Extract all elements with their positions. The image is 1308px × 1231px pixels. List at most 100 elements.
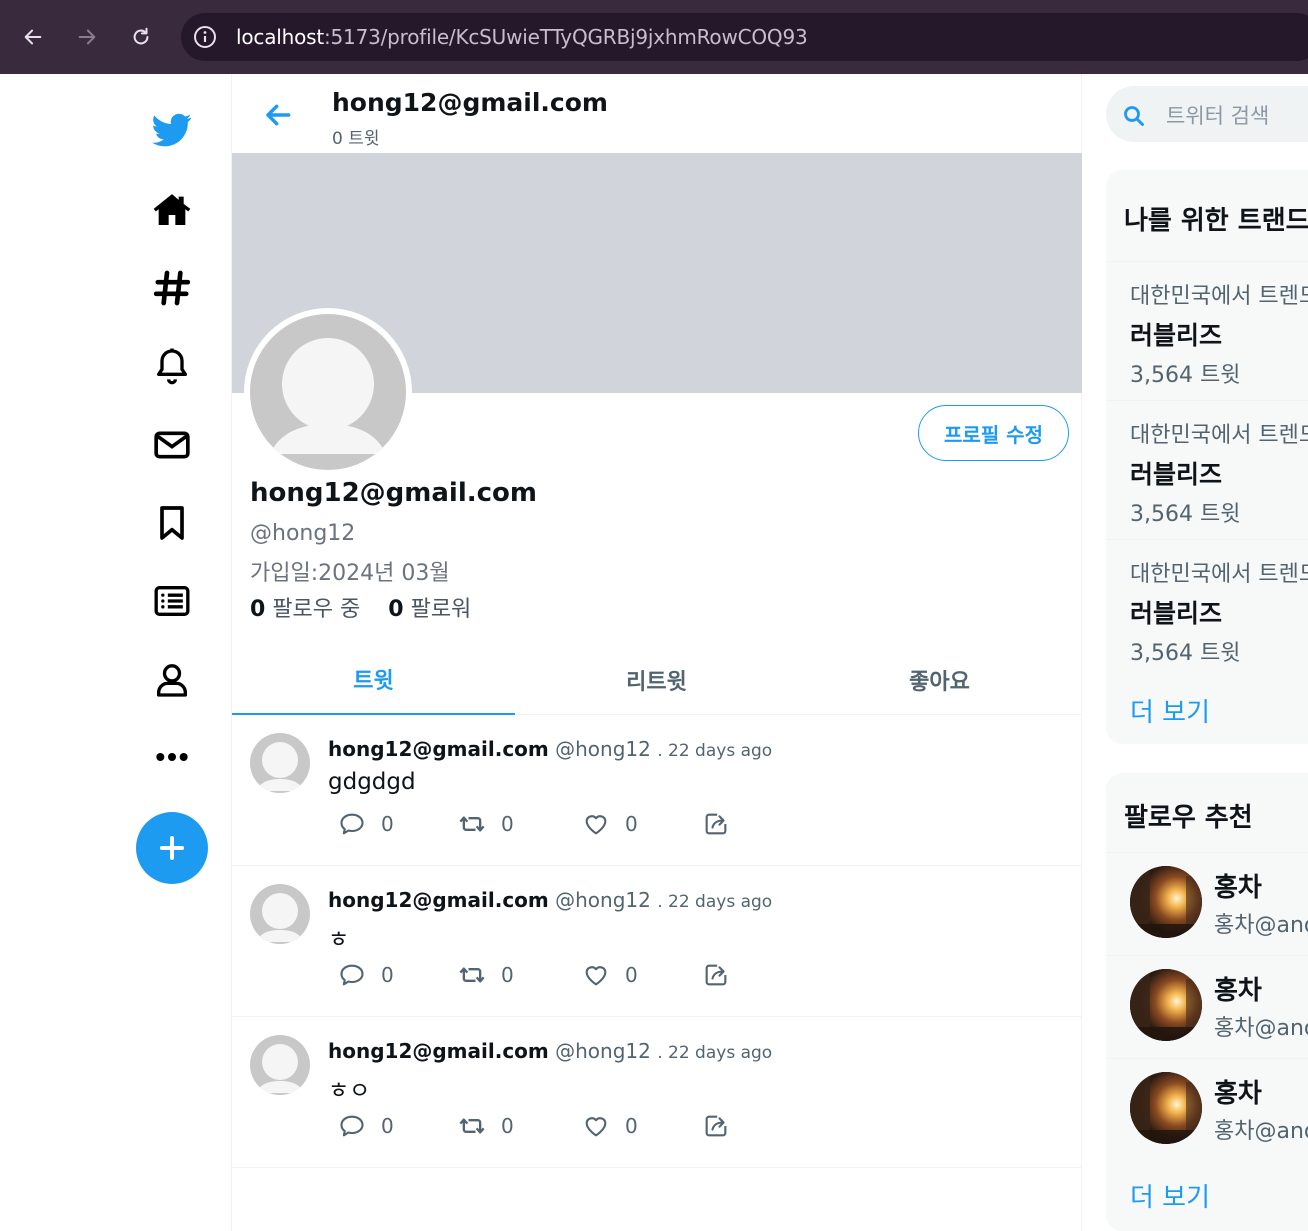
share-button[interactable]	[702, 807, 730, 841]
trend-item[interactable]: 대한민국에서 트렌드 중러블리즈 3,564 트윗	[1106, 261, 1308, 400]
like-button[interactable]: 0	[582, 1109, 638, 1143]
tweet-author-handle: @hong12	[555, 888, 651, 912]
suggestion-avatar[interactable]	[1130, 866, 1202, 938]
default-avatar-icon	[256, 1044, 304, 1093]
more-icon[interactable]	[148, 733, 196, 781]
retweet-button[interactable]: 0	[458, 958, 514, 992]
profile-joined-date: 가입일:2024년 03월	[250, 561, 450, 586]
like-icon	[585, 815, 607, 835]
following-count[interactable]: 0	[250, 597, 265, 622]
bell-icon[interactable]	[148, 342, 196, 390]
like-icon	[585, 966, 607, 986]
tweet-author-name[interactable]: hong12@gmail.com	[328, 888, 549, 912]
like-button[interactable]: 0	[582, 807, 638, 841]
tab-retweets[interactable]: 리트윗	[515, 644, 798, 715]
retweet-icon	[459, 816, 485, 832]
tweet-avatar[interactable]	[250, 884, 310, 944]
retweet-button[interactable]: 0	[458, 1109, 514, 1143]
tweet-text: ㅎ	[328, 927, 350, 953]
compose-tweet-button[interactable]	[136, 812, 208, 884]
trends-more-link[interactable]: 더 보기	[1130, 692, 1210, 729]
trend-topic: 러블리즈	[1130, 321, 1223, 350]
user-icon[interactable]	[148, 656, 196, 704]
tweet-avatar[interactable]	[250, 1035, 310, 1095]
share-icon	[705, 1115, 727, 1137]
list-icon[interactable]	[148, 577, 196, 625]
follow-suggestion[interactable]: 홍차홍차@anonymous	[1106, 852, 1308, 955]
trend-context: 대한민국에서 트렌드 중	[1130, 423, 1308, 448]
trend-context: 대한민국에서 트렌드 중	[1130, 562, 1308, 587]
profile-header-bar: hong12@gmail.com 0 트윗	[232, 74, 1082, 153]
forward-nav-icon[interactable]	[72, 22, 102, 52]
tweet-item[interactable]: hong12@gmail.com @hong12 . 22 days ago ㅎ 0…	[232, 866, 1082, 1017]
tweet-header: hong12@gmail.com @hong12 . 22 days ago	[328, 888, 772, 912]
edit-profile-button[interactable]: 프로필 수정	[918, 405, 1069, 461]
user-photo-icon	[1130, 969, 1202, 1041]
profile-handle: @hong12	[250, 521, 356, 546]
tweet-avatar[interactable]	[250, 733, 310, 793]
twitter-logo-icon[interactable]	[148, 106, 196, 154]
trend-count: 3,564 트윗	[1130, 502, 1241, 527]
suggestion-name: 홍차	[1214, 873, 1262, 903]
trend-item[interactable]: 대한민국에서 트렌드 중러블리즈 3,564 트윗	[1106, 400, 1308, 539]
tab-likes[interactable]: 좋아요	[798, 644, 1081, 715]
retweet-count: 0	[501, 812, 514, 836]
trend-count: 3,564 트윗	[1130, 363, 1241, 388]
default-avatar-icon	[270, 338, 386, 454]
who-to-follow-title: 팔로우 추천	[1124, 803, 1253, 833]
follow-suggestion[interactable]: 홍차홍차@anonymous	[1106, 1058, 1308, 1161]
hashtag-icon[interactable]	[148, 264, 196, 312]
tweet-author-name[interactable]: hong12@gmail.com	[328, 1039, 549, 1063]
retweet-count: 0	[501, 1114, 514, 1138]
left-nav	[0, 74, 232, 1231]
address-bar[interactable]: localhost:5173/profile/KcSUwieTTyQGRBj9j…	[181, 13, 1308, 61]
reply-button[interactable]: 0	[338, 958, 394, 992]
trend-topic: 러블리즈	[1130, 599, 1223, 628]
tweet-date: . 22 days ago	[657, 741, 773, 761]
share-button[interactable]	[702, 958, 730, 992]
trend-item[interactable]: 대한민국에서 트렌드 중러블리즈 3,564 트윗	[1106, 539, 1308, 678]
search-input[interactable]: 트위터 검색	[1106, 86, 1308, 142]
url-text: localhost:5173/profile/KcSUwieTTyQGRBj9j…	[236, 25, 808, 49]
bookmark-icon[interactable]	[148, 499, 196, 547]
tweet-date: . 22 days ago	[657, 1043, 773, 1063]
followers-count[interactable]: 0	[388, 597, 403, 622]
retweet-button[interactable]: 0	[458, 807, 514, 841]
follow-stats: 0 팔로우 중 0 팔로워	[250, 591, 471, 623]
like-button[interactable]: 0	[582, 958, 638, 992]
suggestion-handle: 홍차@anonymous	[1214, 1016, 1308, 1041]
tweet-author-name[interactable]: hong12@gmail.com	[328, 737, 549, 761]
profile-avatar[interactable]	[244, 308, 412, 476]
tweet-date: . 22 days ago	[657, 892, 773, 912]
header-name: hong12@gmail.com	[332, 88, 608, 117]
tweet-item[interactable]: hong12@gmail.com @hong12 . 22 days ago ㅎㅇ…	[232, 1017, 1082, 1168]
tab-tweets[interactable]: 트윗	[232, 644, 515, 715]
retweet-icon	[459, 967, 485, 983]
tweet-header: hong12@gmail.com @hong12 . 22 days ago	[328, 737, 772, 761]
trends-title: 나를 위한 트랜드	[1124, 206, 1308, 236]
trend-context: 대한민국에서 트렌드 중	[1130, 284, 1308, 309]
suggestion-avatar[interactable]	[1130, 969, 1202, 1041]
share-icon	[705, 813, 727, 835]
mail-icon[interactable]	[148, 421, 196, 469]
who-more-link[interactable]: 더 보기	[1130, 1177, 1210, 1214]
plus-icon	[160, 836, 184, 860]
reload-icon[interactable]	[126, 22, 156, 52]
reply-button[interactable]: 0	[338, 1109, 394, 1143]
home-icon[interactable]	[148, 186, 196, 234]
trend-topic: 러블리즈	[1130, 460, 1223, 489]
following-label[interactable]: 팔로우 중	[272, 597, 360, 622]
share-button[interactable]	[702, 1109, 730, 1143]
back-nav-icon[interactable]	[18, 22, 48, 52]
back-arrow-icon[interactable]	[262, 99, 294, 131]
follow-suggestion[interactable]: 홍차홍차@anonymous	[1106, 955, 1308, 1058]
site-info-icon[interactable]	[193, 25, 217, 49]
suggestion-avatar[interactable]	[1130, 1072, 1202, 1144]
user-photo-icon	[1130, 1072, 1202, 1144]
followers-label[interactable]: 팔로워	[411, 597, 472, 622]
reply-count: 0	[381, 963, 394, 987]
reply-button[interactable]: 0	[338, 807, 394, 841]
search-placeholder: 트위터 검색	[1166, 104, 1270, 128]
search-icon	[1124, 106, 1144, 126]
tweet-item[interactable]: hong12@gmail.com @hong12 . 22 days ago gd…	[232, 715, 1082, 866]
